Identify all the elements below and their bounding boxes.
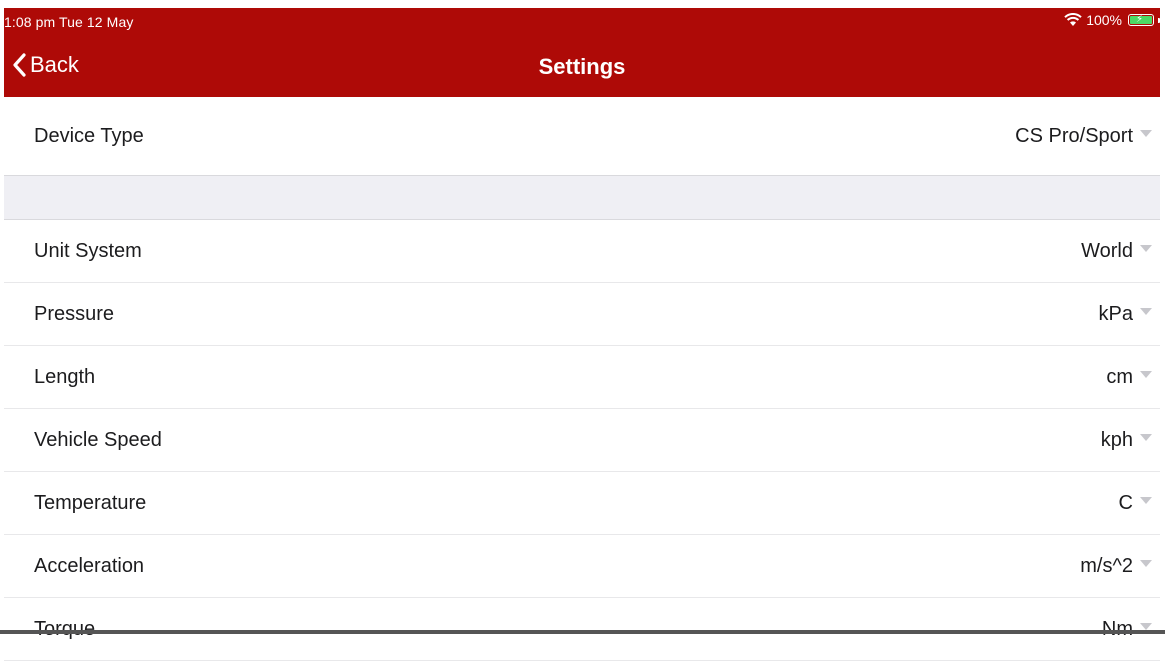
- setting-value: cm: [1106, 365, 1133, 388]
- setting-label: Device Type: [34, 124, 144, 147]
- setting-value-dropdown[interactable]: m/s^2: [1080, 555, 1152, 578]
- setting-value: kph: [1100, 428, 1133, 451]
- setting-row-device-type[interactable]: Device Type CS Pro/Sport: [4, 97, 1160, 176]
- setting-value-dropdown[interactable]: Nm: [1102, 618, 1152, 641]
- status-time: 1:08 pm Tue 12 May: [4, 14, 134, 30]
- setting-value: m/s^2: [1080, 554, 1133, 577]
- setting-value: kPa: [1098, 302, 1133, 325]
- setting-label: Torque: [34, 617, 96, 640]
- dropdown-caret-icon: [1140, 370, 1152, 378]
- setting-row-vehicle-speed[interactable]: Vehicle Speed kph: [4, 409, 1160, 472]
- setting-row-temperature[interactable]: Temperature C: [4, 472, 1160, 535]
- dropdown-caret-icon: [1140, 129, 1152, 137]
- dropdown-caret-icon: [1140, 496, 1152, 504]
- setting-value: World: [1081, 239, 1133, 262]
- setting-value: Nm: [1101, 617, 1133, 640]
- page-title: Settings: [538, 54, 626, 79]
- setting-value-dropdown[interactable]: CS Pro/Sport: [1015, 125, 1152, 148]
- setting-value: C: [1118, 491, 1133, 514]
- setting-value: CS Pro/Sport: [1015, 124, 1133, 147]
- setting-label: Pressure: [34, 302, 115, 325]
- setting-value-dropdown[interactable]: kPa: [1099, 303, 1152, 326]
- wifi-icon: [1064, 13, 1082, 27]
- status-indicators: 100% ⚡: [1064, 12, 1160, 28]
- dropdown-caret-icon: [1140, 244, 1152, 252]
- setting-label: Unit System: [34, 239, 142, 262]
- setting-label: Temperature: [34, 491, 147, 514]
- dropdown-caret-icon: [1140, 307, 1152, 315]
- dropdown-caret-icon: [1140, 433, 1152, 441]
- battery-percent: 100%: [1086, 12, 1122, 28]
- screen-border-left: [0, 0, 4, 634]
- section-separator: [4, 176, 1160, 220]
- setting-row-acceleration[interactable]: Acceleration m/s^2: [4, 535, 1160, 598]
- screen-border-right: [1160, 0, 1165, 634]
- setting-row-length[interactable]: Length cm: [4, 346, 1160, 409]
- battery-icon: ⚡: [1128, 14, 1154, 26]
- setting-row-unit-system[interactable]: Unit System World: [4, 220, 1160, 283]
- header: 1:08 pm Tue 12 May 100% ⚡ Back Settings: [4, 8, 1160, 97]
- setting-label: Acceleration: [34, 554, 145, 577]
- dropdown-caret-icon: [1140, 559, 1152, 567]
- dropdown-caret-icon: [1140, 622, 1152, 630]
- settings-list: Device Type CS Pro/Sport Unit System Wor…: [4, 97, 1160, 661]
- setting-row-pressure[interactable]: Pressure kPa: [4, 283, 1160, 346]
- status-bar: 1:08 pm Tue 12 May 100% ⚡: [4, 8, 1160, 38]
- setting-value-dropdown[interactable]: C: [1119, 492, 1152, 515]
- setting-label: Length: [34, 365, 96, 388]
- setting-value-dropdown[interactable]: cm: [1106, 366, 1152, 389]
- screen-bottom-edge: [0, 630, 1165, 634]
- setting-value-dropdown[interactable]: World: [1081, 240, 1152, 263]
- navigation-bar: Back Settings: [4, 38, 1160, 97]
- setting-label: Vehicle Speed: [34, 428, 162, 451]
- setting-value-dropdown[interactable]: kph: [1101, 429, 1152, 452]
